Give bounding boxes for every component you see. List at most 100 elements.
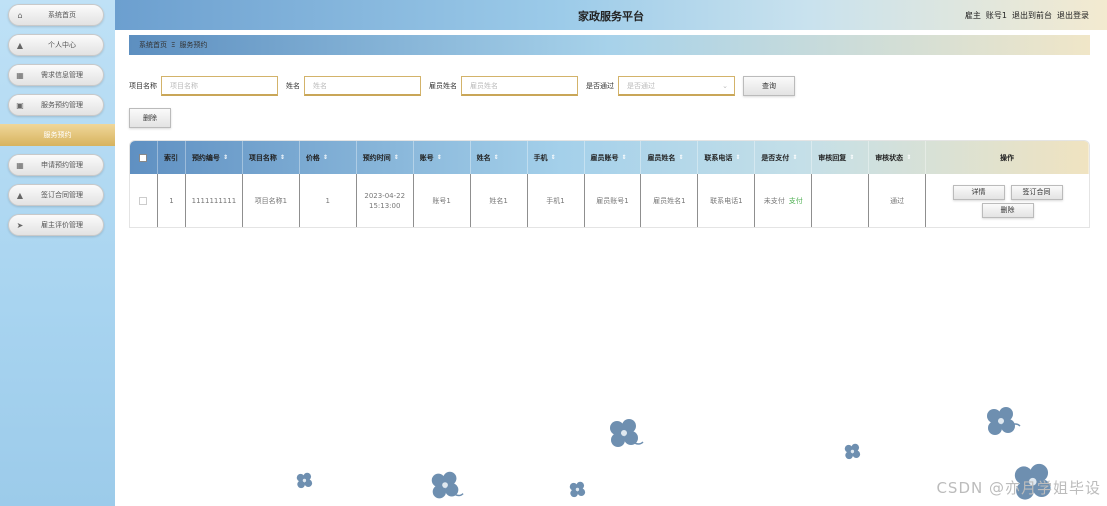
booking-clock: 15:13:00 <box>368 202 401 210</box>
col-employee-account[interactable]: 雇员账号 ⇕ <box>585 141 642 174</box>
col-ops: 操作 <box>926 141 1089 174</box>
row-delete-button[interactable]: 删除 <box>981 202 1034 218</box>
name-label: 姓名 <box>286 82 300 90</box>
sort-icon: ⇕ <box>322 154 328 161</box>
delete-button[interactable]: 删除 <box>129 108 171 128</box>
cell-price: 1 <box>300 174 357 227</box>
search-bar: 项目名称 项目名称 姓名 姓名 雇员姓名 雇员姓名 是否通过 是否通过 ⌄ 查询 <box>129 75 795 97</box>
breadcrumb: 系统首页 Ξ 服务预约 <box>129 35 1090 55</box>
sort-icon: ⇕ <box>493 154 499 161</box>
cell-index: 1 <box>158 174 186 227</box>
project-name-label: 项目名称 <box>129 82 157 90</box>
cell-booking-no: 1111111111 <box>186 174 243 227</box>
sidebar-item-label: 服务预约 <box>43 131 72 139</box>
col-audit-status[interactable]: 审核状态 ⇕ <box>869 141 927 174</box>
sort-icon: ⇕ <box>279 154 285 161</box>
user-role: 雇主 <box>964 11 981 20</box>
approved-label: 是否通过 <box>586 82 614 90</box>
flower-icon <box>605 416 645 452</box>
chevron-down-icon: ⌄ <box>722 81 728 90</box>
employee-name-input[interactable]: 雇员姓名 <box>461 76 578 96</box>
col-project-name[interactable]: 项目名称 ⇕ <box>243 141 300 174</box>
col-account[interactable]: 账号 ⇕ <box>414 141 471 174</box>
sort-icon: ⇕ <box>678 154 684 161</box>
employee-name-label: 雇员姓名 <box>429 82 457 90</box>
sidebar-item-label: 雇主评价管理 <box>41 221 83 229</box>
checkbox-icon <box>139 197 148 205</box>
cell-contact-phone: 联系电话1 <box>698 174 756 227</box>
cell-account: 账号1 <box>414 174 471 227</box>
sidebar-item-demand[interactable]: ▦ 需求信息管理 <box>8 64 104 86</box>
cell-audit-status: 通过 <box>869 174 927 227</box>
user-icon: ▲ <box>16 190 24 200</box>
select-all-checkbox[interactable] <box>130 141 158 174</box>
col-paid[interactable]: 是否支付 ⇕ <box>755 141 813 174</box>
sidebar-item-profile[interactable]: ▲ 个人中心 <box>8 34 104 56</box>
table-header: 索引 预约编号 ⇕ 项目名称 ⇕ 价格 ⇕ 预约时间 ⇕ 账号 ⇕ 姓名 ⇕ 手机 ⇕ 雇员账… <box>130 141 1089 174</box>
grid-icon: ▦ <box>16 160 24 170</box>
logout-link[interactable]: 退出登录 <box>1057 10 1089 21</box>
row-checkbox[interactable] <box>130 174 158 227</box>
detail-button[interactable]: 详情 <box>952 184 1005 200</box>
user-icon: ▲ <box>16 40 24 50</box>
contract-button[interactable]: 签订合同 <box>1010 184 1063 200</box>
sort-icon: ⇕ <box>906 154 912 161</box>
col-booking-no[interactable]: 预约编号 ⇕ <box>186 141 243 174</box>
sidebar-item-label: 个人中心 <box>48 41 76 49</box>
grid-icon: ▦ <box>16 70 24 80</box>
sort-icon: ⇕ <box>792 154 798 161</box>
sidebar-item-home[interactable]: ⌂ 系统首页 <box>8 4 104 26</box>
booking-date: 2023-04-22 <box>364 192 406 200</box>
col-price[interactable]: 价格 ⇕ <box>300 141 357 174</box>
cell-employee-name: 雇员姓名1 <box>641 174 699 227</box>
sort-icon: ⇕ <box>222 154 228 161</box>
breadcrumb-home[interactable]: 系统首页 <box>139 40 167 50</box>
breadcrumb-separator: Ξ <box>171 41 176 49</box>
flower-icon <box>567 480 589 500</box>
sidebar-item-label: 需求信息管理 <box>41 71 83 79</box>
approved-select-value: 是否通过 <box>627 81 655 90</box>
sort-icon: ⇕ <box>550 154 556 161</box>
flower-icon <box>427 468 465 504</box>
pay-link[interactable]: 支付 <box>789 196 803 206</box>
top-header: 家政服务平台 雇主 账号1 退出到前台 退出登录 <box>115 0 1107 30</box>
col-contact-phone[interactable]: 联系电话 ⇕ <box>698 141 756 174</box>
sidebar-item-apply[interactable]: ▦ 申请预约管理 <box>8 154 104 176</box>
sidebar: ⌂ 系统首页 ▲ 个人中心 ▦ 需求信息管理 ▣ 服务预约管理 服务预约 ▦ 申… <box>0 0 115 506</box>
flower-icon <box>842 442 864 462</box>
project-name-input[interactable]: 项目名称 <box>161 76 278 96</box>
watermark: CSDN @亦月学姐毕设 <box>936 479 1101 497</box>
col-name[interactable]: 姓名 ⇕ <box>471 141 528 174</box>
col-audit-reply[interactable]: 审核回复 ⇕ <box>812 141 870 174</box>
cell-ops: 详情 签订合同 删除 <box>926 174 1089 227</box>
cell-project-name: 项目名称1 <box>243 174 300 227</box>
sidebar-item-review[interactable]: ➤ 雇主评价管理 <box>8 214 104 236</box>
sidebar-item-label: 服务预约管理 <box>41 101 83 109</box>
cell-phone: 手机1 <box>528 174 585 227</box>
sort-icon: ⇕ <box>393 154 399 161</box>
building-icon: ▣ <box>16 100 24 110</box>
sort-icon: ⇕ <box>436 154 442 161</box>
name-input[interactable]: 姓名 <box>304 76 421 96</box>
sidebar-item-booking-mgmt[interactable]: ▣ 服务预约管理 <box>8 94 104 116</box>
col-booking-time[interactable]: 预约时间 ⇕ <box>357 141 414 174</box>
app-title: 家政服务平台 <box>578 10 644 23</box>
sort-icon: ⇕ <box>735 154 741 161</box>
booking-table: 索引 预约编号 ⇕ 项目名称 ⇕ 价格 ⇕ 预约时间 ⇕ 账号 ⇕ 姓名 ⇕ 手机 ⇕ 雇员账… <box>129 140 1090 228</box>
flower-icon <box>982 404 1022 440</box>
back-to-front-link[interactable]: 退出到前台 <box>1012 10 1052 21</box>
col-phone[interactable]: 手机 ⇕ <box>528 141 585 174</box>
col-employee-name[interactable]: 雇员姓名 ⇕ <box>641 141 699 174</box>
query-button[interactable]: 查询 <box>743 76 795 96</box>
col-index: 索引 <box>158 141 186 174</box>
checkbox-icon <box>139 153 148 162</box>
sort-icon: ⇕ <box>621 154 627 161</box>
cell-employee-account: 雇员账号1 <box>585 174 642 227</box>
user-name: 账号1 <box>985 11 1007 20</box>
home-icon: ⌂ <box>17 10 23 20</box>
sidebar-subitem-booking[interactable]: 服务预约 <box>0 124 115 146</box>
cell-paid: 未支付 支付 <box>755 174 813 227</box>
cell-name: 姓名1 <box>471 174 528 227</box>
sidebar-item-contract[interactable]: ▲ 签订合同管理 <box>8 184 104 206</box>
approved-select[interactable]: 是否通过 ⌄ <box>618 76 735 96</box>
